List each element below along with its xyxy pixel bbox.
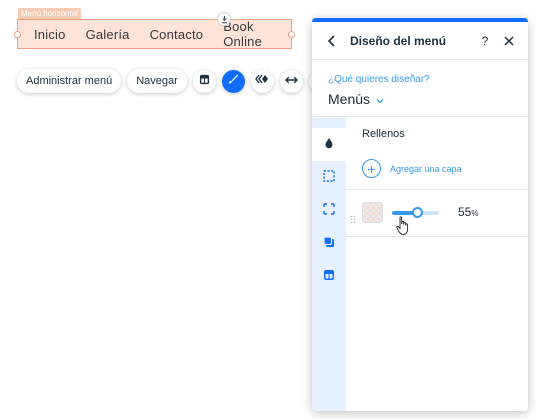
chevron-down-icon (376, 91, 384, 107)
hand-cursor-icon (396, 216, 410, 236)
menu-item-contacto[interactable]: Contacto (150, 27, 204, 42)
design-target-section: ¿Qué quieres diseñar? Menús (312, 60, 528, 117)
fill-layer-row: 55% (346, 189, 528, 237)
layout-icon (199, 72, 210, 90)
panel-title: Diseño del menú (350, 33, 447, 48)
shadow-icon (323, 235, 335, 253)
close-icon[interactable] (500, 32, 518, 50)
plus-icon: + (362, 159, 381, 178)
download-anchor-icon[interactable] (217, 12, 231, 26)
horizontal-menu[interactable]: Inicio Galería Contacto Book Online (14, 19, 295, 49)
fills-content: Rellenos + Agregar una capa 55% (346, 118, 528, 411)
border-icon (323, 169, 335, 187)
design-target-dropdown[interactable]: Menús (328, 91, 528, 107)
manage-menu-button[interactable]: Administrar menú (17, 69, 122, 93)
design-question-label: ¿Qué quieres diseñar? (328, 74, 430, 85)
design-brush-icon (227, 72, 239, 90)
editor-canvas: Menú horizontal Inicio Galería Contacto … (0, 0, 538, 419)
fill-tab[interactable] (312, 128, 346, 161)
design-button[interactable] (221, 69, 245, 93)
menu-item-book-online[interactable]: Book Online (223, 19, 291, 49)
element-toolbar: Administrar menú Navegar ? (17, 69, 332, 93)
shadow-tab[interactable] (312, 227, 346, 260)
border-tab[interactable] (312, 161, 346, 194)
animation-icon (255, 72, 269, 90)
opacity-slider[interactable] (392, 207, 439, 218)
stretch-button[interactable] (279, 69, 303, 93)
stretch-icon (284, 72, 298, 90)
panel-body: Rellenos + Agregar una capa 55% (312, 118, 528, 411)
opacity-unit: % (471, 209, 479, 218)
add-layer-button[interactable]: + Agregar una capa (362, 159, 462, 178)
add-layer-label: Agregar una capa (390, 163, 462, 174)
fill-color-swatch[interactable] (362, 202, 383, 223)
fill-drop-icon (324, 136, 334, 154)
corners-icon (323, 202, 335, 220)
menu-items: Inicio Galería Contacto Book Online (18, 19, 291, 49)
menu-item-inicio[interactable]: Inicio (34, 27, 66, 42)
drag-handle-icon[interactable] (350, 211, 356, 224)
layout-icon (323, 268, 335, 286)
opacity-slider-thumb[interactable] (412, 207, 423, 218)
panel-header: Diseño del menú ? (312, 22, 528, 60)
menu-name-tag: Menú horizontal (18, 8, 81, 19)
corners-tab[interactable] (312, 194, 346, 227)
menu-design-panel: Diseño del menú ? ¿Qué quieres diseñar? … (312, 18, 528, 411)
opacity-value: 55 (458, 205, 472, 219)
design-target-value: Menús (328, 91, 371, 107)
design-category-sidebar (312, 118, 346, 411)
resize-handle-right[interactable] (288, 31, 295, 38)
layout-tab[interactable] (312, 260, 346, 293)
opacity-readout[interactable]: 55% (458, 205, 478, 219)
fills-section-title: Rellenos (362, 128, 405, 140)
menu-item-galeria[interactable]: Galería (86, 27, 130, 42)
resize-handle-left[interactable] (14, 31, 21, 38)
navigate-button[interactable]: Navegar (127, 69, 187, 93)
layout-button[interactable] (192, 69, 216, 93)
help-icon[interactable]: ? (476, 32, 494, 50)
animation-button[interactable] (250, 69, 274, 93)
back-arrow-icon[interactable] (322, 32, 340, 50)
